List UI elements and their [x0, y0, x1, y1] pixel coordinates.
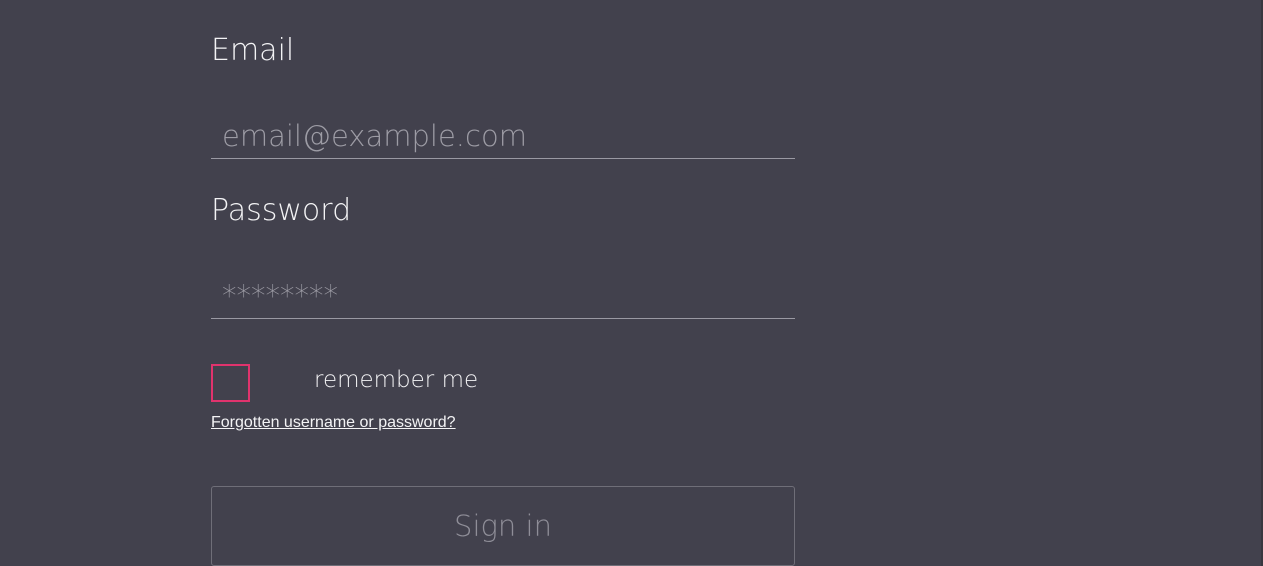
remember-me-row: remember me — [211, 364, 795, 402]
remember-me-label[interactable]: remember me — [314, 367, 478, 393]
remember-me-checkbox[interactable] — [211, 364, 250, 402]
forgot-password-link[interactable]: Forgotten username or password? — [211, 414, 456, 432]
email-field[interactable] — [211, 113, 795, 159]
password-field[interactable] — [211, 273, 795, 319]
login-page: Email Password remember me Forgotten use… — [0, 0, 1263, 566]
sign-in-button[interactable]: Sign in — [211, 486, 795, 566]
password-label: Password — [211, 193, 352, 228]
email-label: Email — [211, 33, 295, 68]
